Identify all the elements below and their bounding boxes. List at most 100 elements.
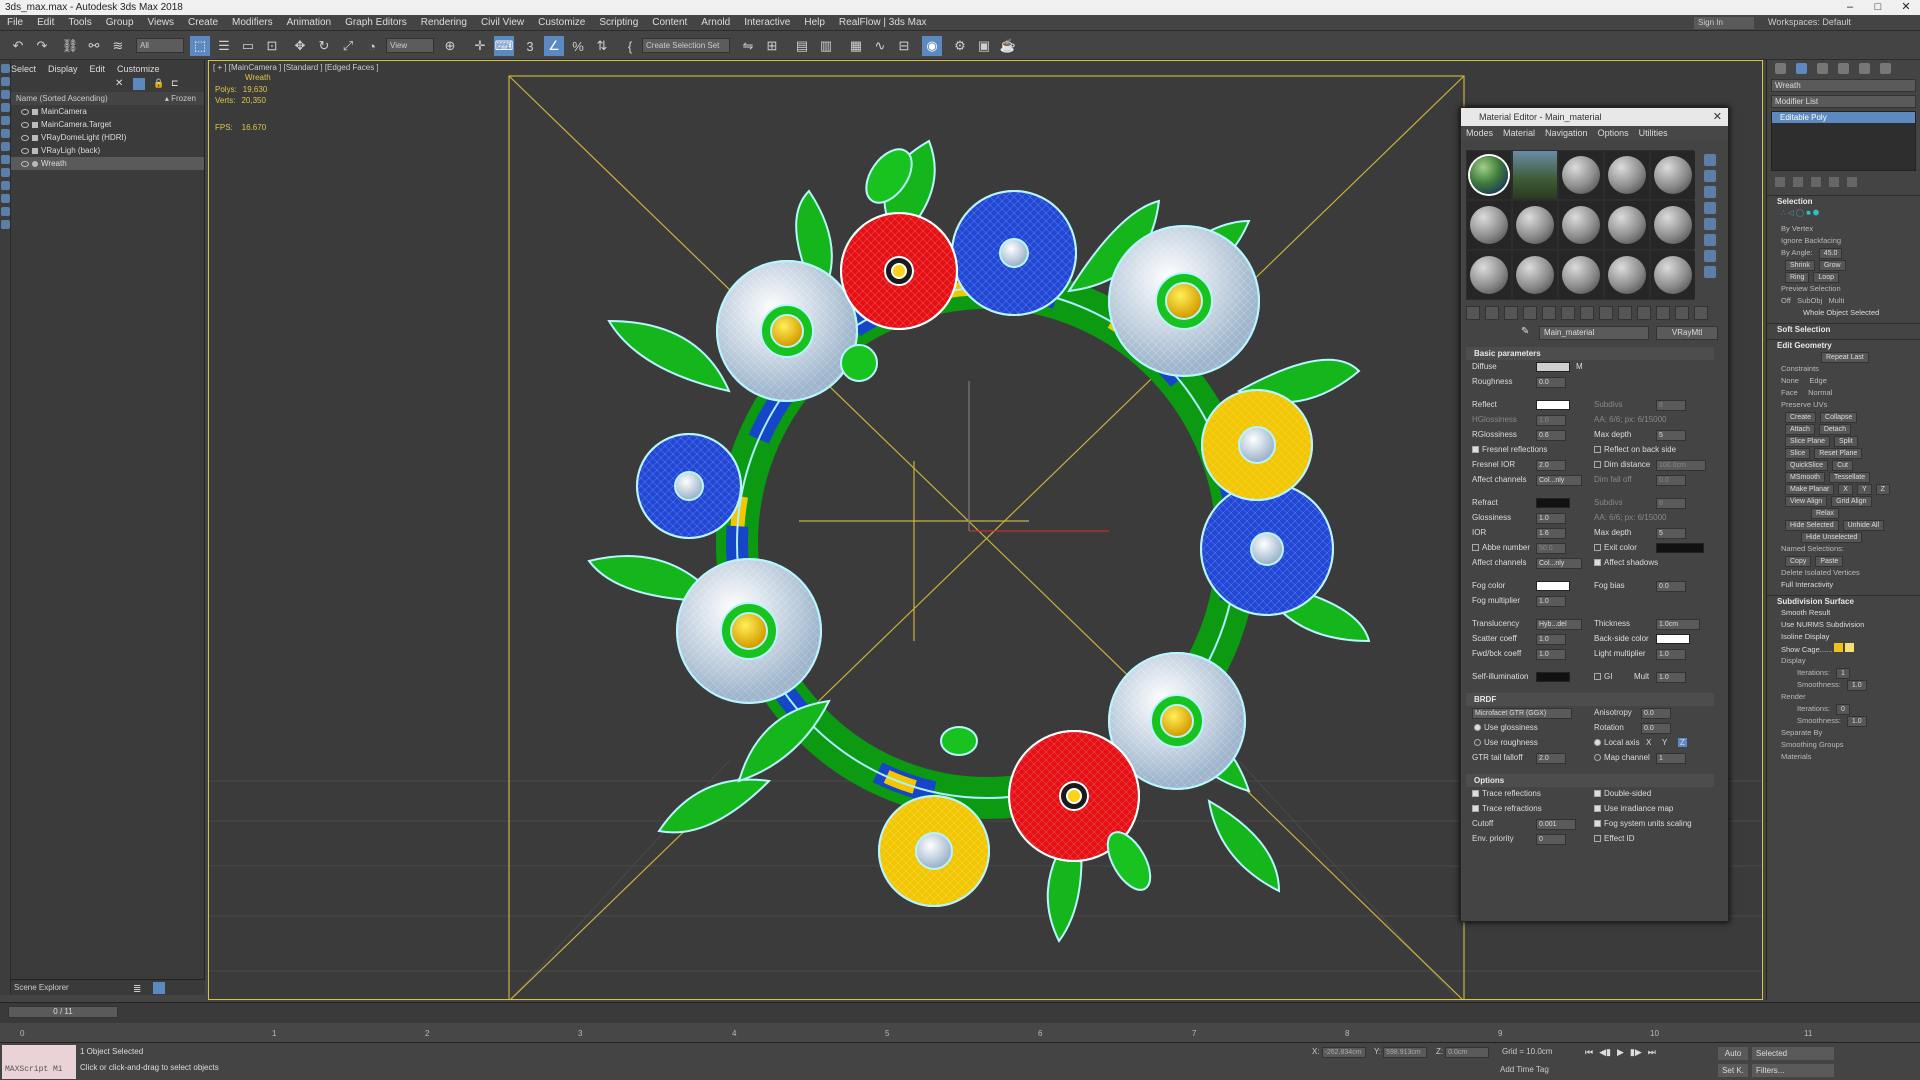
attach-button[interactable]: Attach xyxy=(1785,424,1815,435)
rotate-icon[interactable]: ↻ xyxy=(314,36,334,56)
close-icon[interactable]: ✕ xyxy=(1892,0,1920,15)
y-field[interactable]: 598.913cm xyxy=(1383,1047,1428,1058)
hierarchy-icon[interactable]: ⊏ xyxy=(171,78,179,89)
reference-coord-dropdown[interactable]: View xyxy=(386,38,434,53)
lock-icon[interactable]: 🔒 xyxy=(153,78,164,89)
menu-create[interactable]: Create xyxy=(181,17,225,28)
go-to-parent-icon[interactable] xyxy=(1656,306,1670,320)
menu-modifiers[interactable]: Modifiers xyxy=(225,17,280,28)
shrink-button[interactable]: Shrink xyxy=(1785,260,1815,271)
menu-material[interactable]: Material xyxy=(1503,128,1535,138)
translucency-dropdown[interactable]: Hyb...del xyxy=(1536,619,1582,630)
lights-icon[interactable] xyxy=(1,103,10,112)
env-priority-spinner[interactable]: 0 xyxy=(1536,834,1566,845)
pin-stack-icon[interactable] xyxy=(1775,177,1785,187)
z-coordinate[interactable]: Z: 0.0cm xyxy=(1436,1047,1490,1058)
menu-arnold[interactable]: Arnold xyxy=(694,17,737,28)
y-coordinate[interactable]: Y: 598.913cm xyxy=(1374,1047,1428,1058)
align-icon[interactable]: ⊞ xyxy=(762,36,782,56)
axis-y-button[interactable]: Y xyxy=(1662,738,1667,747)
cut-button[interactable]: Cut xyxy=(1832,460,1853,471)
menu-help[interactable]: Help xyxy=(797,17,832,28)
full-interactivity-checkbox[interactable]: Full Interactivity xyxy=(1767,579,1920,591)
scatter-coeff-spinner[interactable]: 1.0 xyxy=(1536,634,1566,645)
curve-editor-icon[interactable]: ∿ xyxy=(870,36,890,56)
menu-animation[interactable]: Animation xyxy=(280,17,338,28)
mult-spinner[interactable]: 1.0 xyxy=(1656,672,1686,683)
next-frame-icon[interactable]: ▮▶ xyxy=(1630,1047,1642,1058)
workspaces[interactable]: Workspaces: Default xyxy=(1768,17,1851,27)
select-by-material-icon[interactable] xyxy=(1704,266,1716,278)
list-item[interactable]: VRayDomeLight (HDRI) xyxy=(11,131,204,144)
map-channel-spinner[interactable]: 1 xyxy=(1656,753,1686,764)
scene-explorer-footer[interactable]: Scene Explorer ≣ xyxy=(11,979,205,995)
show-shaded-icon[interactable] xyxy=(1618,306,1632,320)
slice-plane-button[interactable]: Slice Plane xyxy=(1785,436,1831,447)
use-roughness-radio[interactable] xyxy=(1474,739,1481,746)
fresnel-checkbox[interactable] xyxy=(1472,446,1479,453)
list-item[interactable]: MainCamera xyxy=(11,105,204,118)
trace-reflections-checkbox[interactable] xyxy=(1472,790,1479,797)
cameras-icon[interactable] xyxy=(1,116,10,125)
element-icon[interactable]: ■ ⬢ xyxy=(1806,208,1819,217)
material-type-button[interactable]: VRayMtl xyxy=(1656,326,1718,340)
glossiness-spinner[interactable]: 1.0 xyxy=(1536,513,1566,524)
tab-select[interactable]: Select xyxy=(11,64,36,74)
close-icon[interactable]: ✕ xyxy=(1713,108,1722,126)
x-coordinate[interactable]: X: -262.834cm xyxy=(1312,1047,1366,1058)
exit-color-swatch[interactable] xyxy=(1656,543,1704,553)
anisotropy-spinner[interactable]: 0.0 xyxy=(1641,708,1671,719)
cage-selected-color-swatch[interactable] xyxy=(1845,643,1855,652)
track-bar[interactable]: 0 1 2 3 4 5 6 7 8 9 10 11 xyxy=(0,1023,1920,1043)
loop-button[interactable]: Loop xyxy=(1813,272,1839,283)
scale-icon[interactable]: ⤢ xyxy=(338,36,358,56)
preview-off-radio[interactable]: Off xyxy=(1781,296,1791,305)
constraint-normal-radio[interactable]: Normal xyxy=(1808,388,1832,397)
containers-icon[interactable] xyxy=(1,181,10,190)
ribbon-icon[interactable]: ▦ xyxy=(846,36,866,56)
rollout-options[interactable]: Options xyxy=(1466,774,1714,787)
select-object-icon[interactable]: ⬚ xyxy=(190,36,210,56)
select-by-name-icon[interactable]: ☰ xyxy=(214,36,234,56)
shapes-icon[interactable] xyxy=(1,90,10,99)
abbe-checkbox[interactable] xyxy=(1472,544,1479,551)
dim-distance-spinner[interactable]: 100.0cm xyxy=(1656,460,1706,471)
double-sided-checkbox[interactable] xyxy=(1594,790,1601,797)
relax-button[interactable]: Relax xyxy=(1811,508,1839,519)
visibility-eye-icon[interactable] xyxy=(21,160,29,167)
menu-scripting[interactable]: Scripting xyxy=(592,17,645,28)
repeat-last-button[interactable]: Repeat Last xyxy=(1821,352,1869,363)
spacewarps-icon[interactable] xyxy=(1,142,10,151)
material-slot[interactable] xyxy=(1467,251,1511,299)
helpers-icon[interactable] xyxy=(1,129,10,138)
hide-icon[interactable] xyxy=(1,207,10,216)
material-name-field[interactable]: Main_material xyxy=(1539,326,1649,340)
previous-frame-icon[interactable]: ◀▮ xyxy=(1599,1047,1611,1058)
dim-falloff-spinner[interactable]: 0.0 xyxy=(1656,475,1686,486)
material-slot[interactable] xyxy=(1605,251,1649,299)
cutoff-spinner[interactable]: 0.001 xyxy=(1536,819,1576,830)
fog-units-checkbox[interactable] xyxy=(1594,820,1601,827)
fog-color-swatch[interactable] xyxy=(1536,581,1570,591)
rect-select-icon[interactable]: ▭ xyxy=(238,36,258,56)
rollout-basic-parameters[interactable]: Basic parameters xyxy=(1466,347,1714,360)
menu-utilities[interactable]: Utilities xyxy=(1639,128,1668,138)
tab-customize[interactable]: Customize xyxy=(117,64,160,74)
axis-x-button[interactable]: X xyxy=(1646,738,1651,747)
menu-navigation[interactable]: Navigation xyxy=(1545,128,1588,138)
menu-edit[interactable]: Edit xyxy=(30,17,61,28)
rollout-edit-geometry[interactable]: Edit Geometry xyxy=(1767,339,1920,351)
background-icon[interactable] xyxy=(1704,186,1716,198)
affect-channels-dropdown[interactable]: Col...nly xyxy=(1536,475,1582,486)
preview-subobj-radio[interactable]: SubObj xyxy=(1797,296,1822,305)
uv-tiling-icon[interactable] xyxy=(1704,202,1716,214)
object-name-field[interactable]: Wreath xyxy=(1771,79,1916,92)
rollout-soft-selection[interactable]: Soft Selection xyxy=(1767,323,1920,335)
map-channel-radio[interactable] xyxy=(1594,754,1601,761)
by-angle-row[interactable]: By Angle: 45.0 xyxy=(1767,247,1920,259)
make-unique-icon[interactable] xyxy=(1561,306,1575,320)
effect-id-checkbox[interactable] xyxy=(1594,835,1601,842)
snaps-toggle-icon[interactable]: 3 xyxy=(520,36,540,56)
fog-bias-spinner[interactable]: 0.0 xyxy=(1656,581,1686,592)
planar-y-button[interactable]: Y xyxy=(1856,484,1872,495)
